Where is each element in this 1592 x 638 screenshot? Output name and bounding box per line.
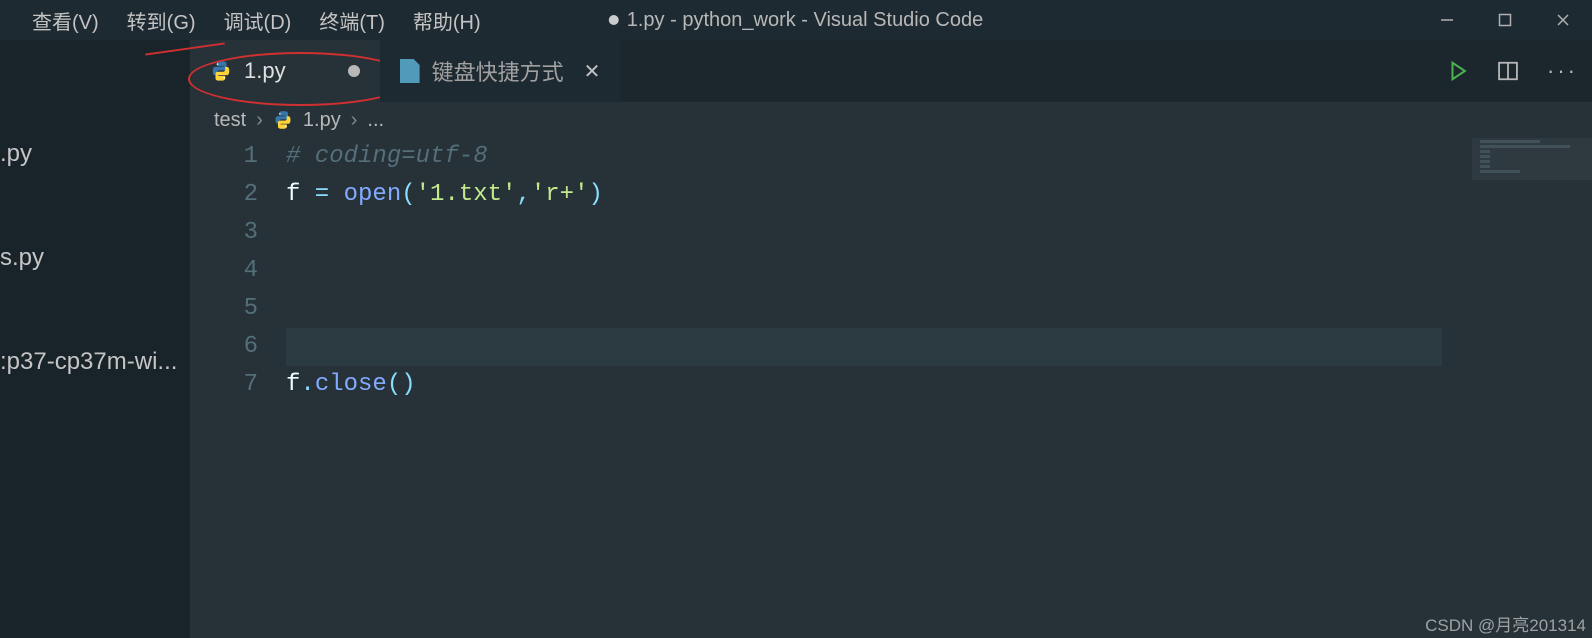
dirty-dot-icon[interactable] [348, 65, 360, 77]
tab-bar: 1.py 键盘快捷方式 ✕ ··· [190, 40, 1592, 102]
menu-view[interactable]: 查看(V) [18, 0, 113, 41]
sidebar-item[interactable]: .py [0, 130, 190, 178]
file-icon [400, 59, 420, 83]
breadcrumb-segment[interactable]: 1.py [303, 109, 341, 132]
code-line[interactable]: f = open('1.txt','r+') [286, 176, 1442, 214]
title-bar: 查看(V) 转到(G) 调试(D) 终端(T) 帮助(H) 1.py - pyt… [0, 0, 1592, 40]
explorer-sidebar[interactable]: .py s.py :p37-cp37m-wi... [0, 40, 190, 638]
window-controls [1418, 0, 1592, 40]
sidebar-item[interactable]: :p37-cp37m-wi... [0, 338, 190, 386]
menu-terminal[interactable]: 终端(T) [305, 0, 399, 41]
close-button[interactable] [1534, 0, 1592, 40]
code-line[interactable]: # coding=utf-8 [286, 138, 1442, 176]
code-line[interactable] [286, 252, 1442, 290]
tab-keyboard-shortcuts[interactable]: 键盘快捷方式 ✕ [380, 40, 621, 102]
menu-goto[interactable]: 转到(G) [113, 0, 210, 41]
code-line[interactable] [286, 290, 1442, 328]
code-line[interactable] [286, 328, 1442, 366]
chevron-right-icon: › [351, 109, 358, 132]
breadcrumb-segment[interactable]: test [214, 109, 246, 132]
chevron-right-icon: › [256, 109, 263, 132]
tab-label: 键盘快捷方式 [432, 55, 564, 87]
breadcrumb[interactable]: test › 1.py › ... [190, 102, 1592, 138]
maximize-button[interactable] [1476, 0, 1534, 40]
watermark: CSDN @月亮201314 [1425, 611, 1586, 636]
editor-actions: ··· [1447, 40, 1578, 102]
code-content[interactable]: # coding=utf-8 f = open('1.txt','r+') f.… [286, 138, 1592, 638]
minimize-button[interactable] [1418, 0, 1476, 40]
line-number: 4 [190, 252, 258, 290]
split-editor-icon[interactable] [1497, 60, 1519, 82]
sidebar-item[interactable]: s.py [0, 234, 190, 282]
line-number: 5 [190, 290, 258, 328]
line-number: 7 [190, 366, 258, 404]
line-number: 6 [190, 328, 258, 366]
unsaved-dot-icon [609, 15, 619, 25]
line-number: 1 [190, 138, 258, 176]
breadcrumb-segment[interactable]: ... [367, 109, 384, 132]
tab-1py[interactable]: 1.py [190, 40, 380, 102]
code-line[interactable]: f.close() [286, 366, 1442, 404]
code-editor[interactable]: 1 2 3 4 5 6 7 # coding=utf-8 f = open('1… [190, 138, 1592, 638]
window-title: 1.py - python_work - Visual Studio Code [609, 9, 984, 32]
code-line[interactable] [286, 214, 1442, 252]
editor-area: 1.py 键盘快捷方式 ✕ ··· test › [190, 40, 1592, 638]
line-number: 3 [190, 214, 258, 252]
more-actions-icon[interactable]: ··· [1547, 58, 1578, 84]
menu-debug[interactable]: 调试(D) [210, 0, 306, 41]
python-icon [273, 110, 293, 130]
line-number: 2 [190, 176, 258, 214]
line-number-gutter: 1 2 3 4 5 6 7 [190, 138, 286, 638]
menu-help[interactable]: 帮助(H) [399, 0, 495, 41]
python-icon [210, 60, 232, 82]
close-icon[interactable]: ✕ [584, 59, 601, 84]
run-icon[interactable] [1447, 60, 1469, 82]
window-title-text: 1.py - python_work - Visual Studio Code [627, 9, 984, 32]
menu-bar: 查看(V) 转到(G) 调试(D) 终端(T) 帮助(H) [0, 0, 495, 41]
minimap[interactable] [1472, 138, 1592, 638]
minimap-viewport[interactable] [1472, 138, 1592, 180]
tab-label: 1.py [244, 58, 286, 84]
